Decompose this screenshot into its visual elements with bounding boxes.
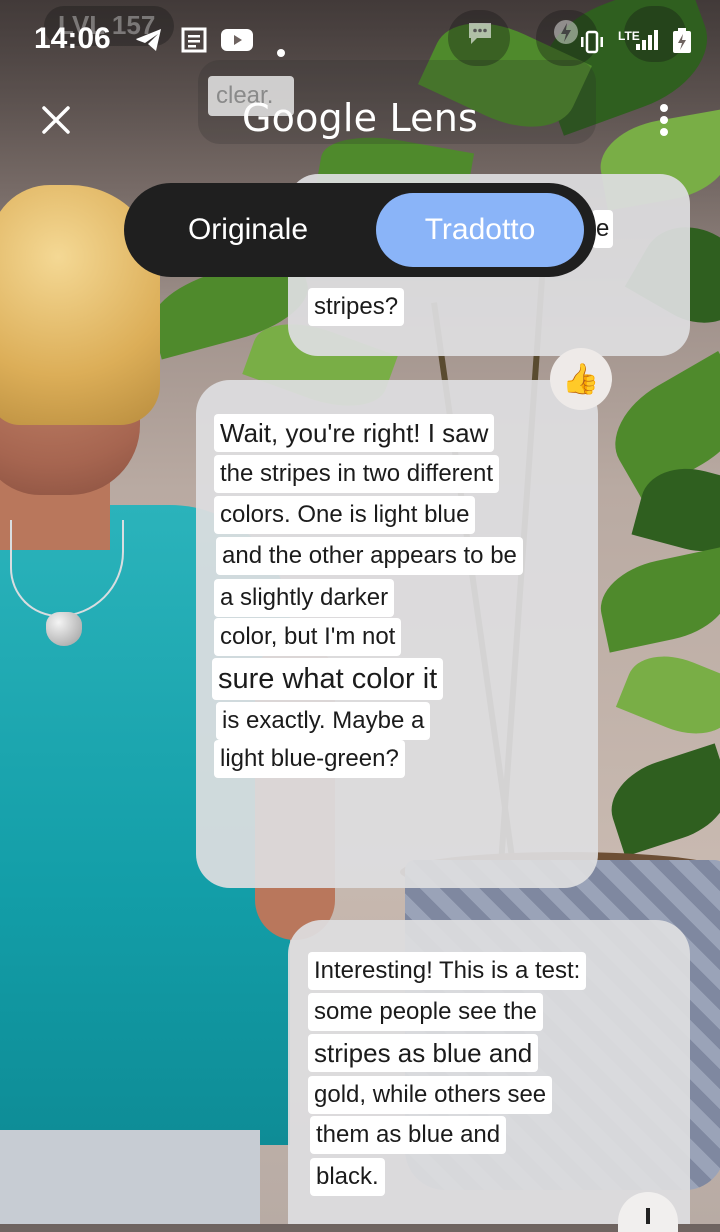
message-line: light blue-green? bbox=[214, 740, 405, 778]
message-line: is exactly. Maybe a bbox=[216, 702, 431, 740]
translation-mode-toggle[interactable]: Originale Tradotto bbox=[124, 183, 596, 277]
more-vert-icon bbox=[660, 104, 668, 136]
document-scan-icon bbox=[180, 26, 208, 60]
telegram-icon bbox=[134, 26, 164, 60]
tab-translated[interactable]: Tradotto bbox=[376, 193, 584, 267]
message-line: and the other appears to be bbox=[216, 537, 523, 575]
energy-icon[interactable] bbox=[552, 18, 580, 52]
heart-pendant bbox=[46, 612, 82, 646]
message-line: gold, while others see bbox=[308, 1076, 553, 1114]
chat-bubble-assistant: Wait, you're right! I saw the stripes in… bbox=[196, 380, 598, 888]
scroll-down-button[interactable] bbox=[618, 1192, 678, 1232]
thumbs-up-icon: 👍 bbox=[562, 362, 600, 396]
status-time: 14:06 bbox=[34, 22, 111, 55]
tab-original[interactable]: Originale bbox=[138, 193, 358, 267]
message-line: black. bbox=[310, 1158, 385, 1196]
message-line: Wait, you're right! I saw bbox=[214, 414, 495, 452]
plant-leaf bbox=[600, 743, 720, 857]
chat-icon[interactable] bbox=[466, 20, 494, 52]
chat-bubble-user: Interesting! This is a test: some people… bbox=[288, 920, 690, 1224]
more-options-button[interactable] bbox=[640, 94, 688, 146]
dot-icon bbox=[276, 34, 286, 64]
message-line: colors. One is light blue bbox=[214, 496, 476, 534]
message-line: sure what color it bbox=[212, 658, 444, 700]
youtube-icon bbox=[220, 27, 254, 59]
arrow-down-icon bbox=[646, 1208, 650, 1224]
lens-title: Google Lens bbox=[241, 96, 479, 140]
plant-leaf bbox=[615, 641, 720, 749]
message-line: a slightly darker bbox=[214, 579, 395, 617]
plant-leaf bbox=[593, 547, 720, 653]
message-line: Interesting! This is a test: bbox=[308, 952, 587, 990]
thumbs-up-reaction[interactable]: 👍 bbox=[550, 348, 612, 410]
signal-icon bbox=[634, 28, 660, 58]
message-line: the stripes in two different bbox=[214, 455, 500, 493]
vibrate-icon bbox=[578, 30, 606, 60]
status-bar: 14:06 LTE bbox=[0, 0, 720, 84]
message-line: stripes as blue and bbox=[308, 1034, 539, 1072]
message-line: color, but I'm not bbox=[214, 618, 402, 656]
avatar-jeans bbox=[0, 1130, 260, 1224]
battery-icon bbox=[672, 28, 692, 60]
message-line: stripes? bbox=[308, 288, 405, 326]
message-line: some people see the bbox=[308, 993, 543, 1031]
message-line: them as blue and bbox=[310, 1116, 507, 1154]
